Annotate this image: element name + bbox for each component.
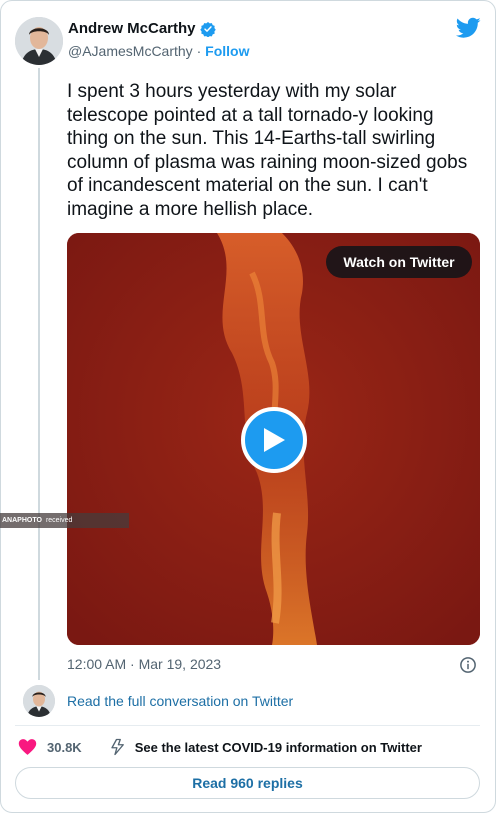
- heart-icon[interactable]: [18, 738, 37, 756]
- tweet-text: I spent 3 hours yesterday with my solar …: [67, 81, 468, 220]
- author-name-row[interactable]: Andrew McCarthy: [68, 20, 216, 37]
- divider: [15, 725, 480, 726]
- twitter-bird-icon[interactable]: [456, 17, 481, 39]
- watermark-brand: ANAPHOTO: [2, 517, 42, 524]
- like-count[interactable]: 30.8K: [47, 740, 82, 755]
- play-icon: [264, 428, 285, 452]
- read-full-conversation-link[interactable]: Read the full conversation on Twitter: [67, 693, 293, 709]
- tweet-timestamp[interactable]: 12:00 AM · Mar 19, 2023: [67, 656, 221, 672]
- avatar-image: [15, 17, 63, 65]
- follow-button[interactable]: Follow: [205, 43, 249, 59]
- thread-line: [38, 68, 40, 680]
- avatar-small-image: [23, 685, 55, 717]
- actions-row: 30.8K See the latest COVID-19 informatio…: [18, 737, 422, 757]
- handle-row: @AJamesMcCarthy · Follow: [68, 43, 249, 59]
- verified-badge-icon: [199, 21, 216, 37]
- author-handle[interactable]: @AJamesMcCarthy: [68, 43, 193, 59]
- watermark-text: received: [45, 517, 73, 524]
- info-icon[interactable]: [459, 656, 477, 674]
- covid-info-link[interactable]: See the latest COVID-19 information on T…: [135, 740, 422, 755]
- play-button[interactable]: [241, 407, 307, 473]
- avatar-small[interactable]: [23, 685, 55, 717]
- separator-dot: ·: [196, 43, 202, 59]
- lightning-icon: [111, 738, 124, 756]
- read-replies-button[interactable]: Read 960 replies: [15, 767, 480, 799]
- watermark: ANAPHOTO received: [0, 513, 129, 528]
- watch-on-twitter-button[interactable]: Watch on Twitter: [326, 246, 472, 278]
- author-name[interactable]: Andrew McCarthy: [68, 20, 196, 37]
- avatar[interactable]: [15, 17, 63, 65]
